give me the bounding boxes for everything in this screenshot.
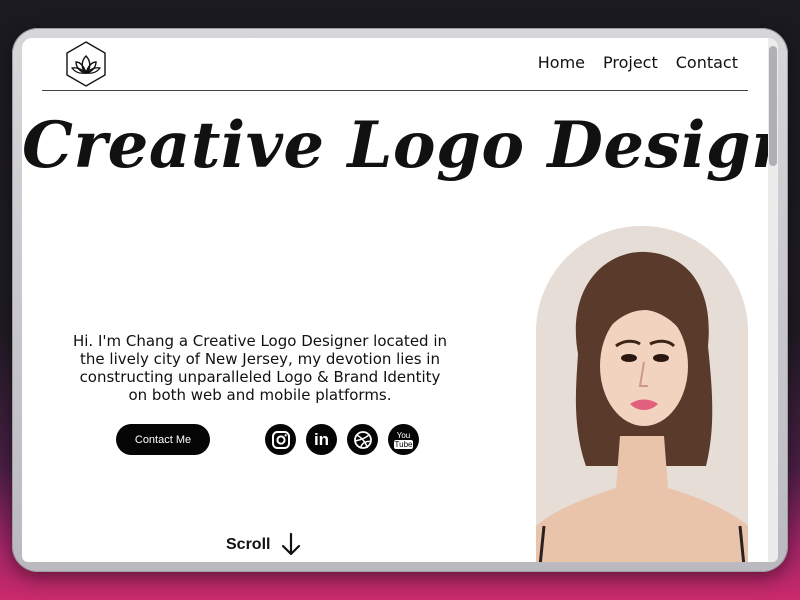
scroll-label: Scroll (226, 536, 271, 553)
youtube-icon[interactable]: You Tube (388, 424, 419, 455)
nav-divider (42, 90, 748, 91)
nav-link-home[interactable]: Home (538, 53, 585, 72)
contact-me-button[interactable]: Contact Me (116, 424, 210, 455)
nav-links: Home Project Contact (538, 53, 738, 72)
lotus-hexagon-icon[interactable] (64, 40, 108, 88)
scrollbar[interactable] (768, 38, 778, 562)
nav-link-project[interactable]: Project (603, 53, 658, 72)
scroll-hint[interactable]: Scroll (226, 532, 302, 558)
linkedin-icon[interactable]: in (306, 424, 337, 455)
hero-title: Creative Logo Designer (22, 108, 778, 183)
linkedin-text: in (313, 429, 330, 449)
youtube-text-2: Tube (393, 439, 414, 449)
arrow-down-icon (282, 532, 301, 556)
nav-link-contact[interactable]: Contact (676, 53, 738, 72)
scrollbar-thumb[interactable] (769, 46, 777, 166)
intro-text: Hi. I'm Chang a Creative Logo Designer l… (72, 332, 448, 404)
top-nav: Home Project Contact (22, 38, 768, 90)
dribbble-icon[interactable] (347, 424, 378, 455)
social-links: in You Tube (265, 424, 419, 455)
portrait-photo (536, 226, 748, 562)
browser-screen: Home Project Contact Creative Logo Desig… (22, 38, 778, 562)
youtube-text-1: You (396, 430, 411, 440)
instagram-icon[interactable] (265, 424, 296, 455)
